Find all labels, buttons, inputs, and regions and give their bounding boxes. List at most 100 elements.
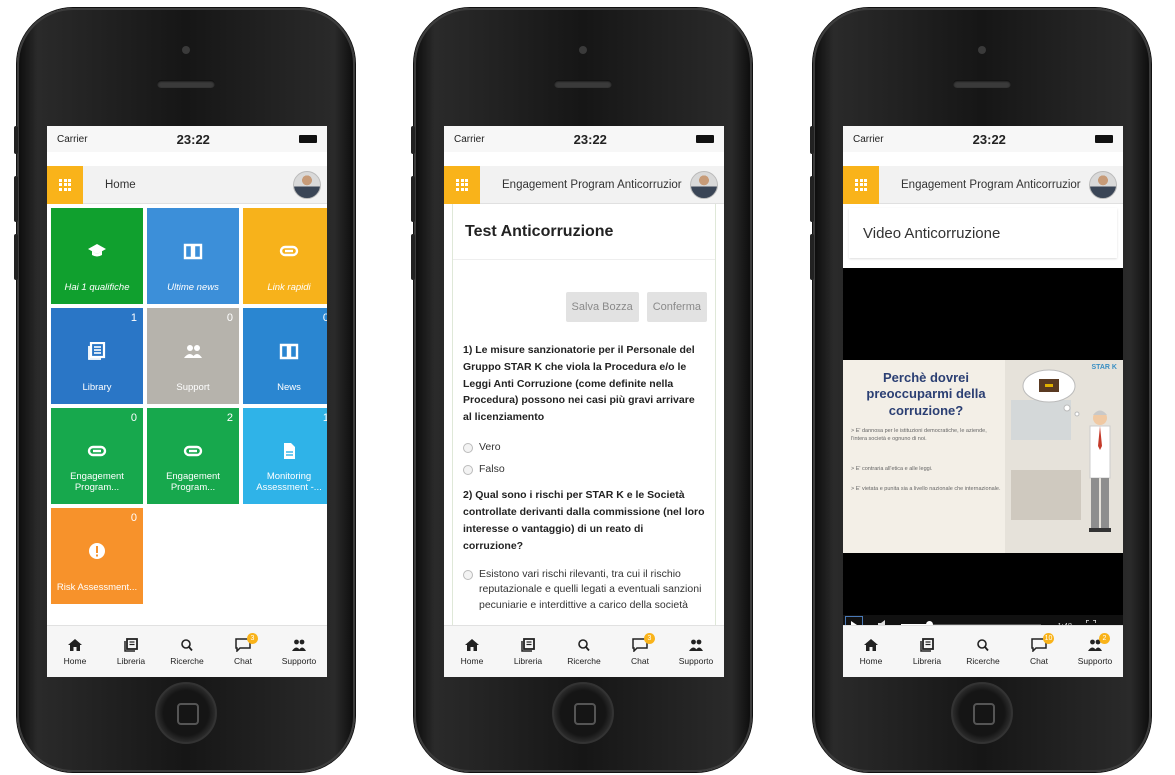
tile-engagement-program-1[interactable]: 0 Engagement Program... — [51, 408, 143, 504]
support-icon: 2 — [1087, 632, 1110, 652]
avatar[interactable] — [293, 170, 321, 199]
app-bar: Engagement Program Anticorruzior — [843, 165, 1123, 204]
radio-button[interactable] — [463, 464, 473, 475]
nav-item-library[interactable]: Libreria — [103, 626, 159, 677]
support-icon — [291, 638, 307, 652]
nav-item-support[interactable]: Supporto — [668, 626, 724, 677]
answer-option[interactable]: Falso — [453, 456, 715, 478]
speaker-grille — [157, 80, 215, 88]
grid-icon — [456, 178, 468, 191]
nav-label: Home — [460, 655, 484, 666]
tile-label: Monitoring Assessment -... — [256, 471, 322, 494]
tile-count: 0 — [130, 512, 137, 524]
nav-item-chat[interactable]: 3 Chat — [215, 626, 271, 677]
slide-illustration: STAR K — [1005, 360, 1123, 553]
tile-count: 0 — [226, 312, 233, 324]
tile-count: 0 — [130, 412, 137, 424]
screen: Carrier 23:22 Home Hai 1 qualifiche Ulti… — [47, 126, 327, 677]
nav-label: Ricerche — [170, 655, 204, 666]
phone-video: Carrier 23:22 Engagement Program Anticor… — [810, 8, 1151, 772]
nav-item-support[interactable]: 2 Supporto — [1067, 626, 1123, 677]
tile-news[interactable]: 0 News — [243, 308, 327, 404]
answer-option[interactable]: Esistono vari rischi rilevanti, tra cui … — [453, 555, 715, 614]
phone-home: Carrier 23:22 Home Hai 1 qualifiche Ulti… — [14, 8, 355, 772]
bottom-nav: Home Libreria Ricerche 10 Chat 2 Supporto — [843, 625, 1123, 677]
businessman-illustration — [1005, 360, 1123, 553]
nav-item-library[interactable]: Libreria — [500, 626, 556, 677]
tile-label: Ultime news — [167, 282, 219, 294]
nav-item-search[interactable]: Ricerche — [955, 626, 1011, 677]
avatar[interactable] — [690, 170, 718, 199]
nav-item-chat[interactable]: 3 Chat — [612, 626, 668, 677]
tile-engagement-program-2[interactable]: 2 Engagement Program... — [147, 408, 239, 504]
avatar[interactable] — [1089, 170, 1117, 199]
home-button — [951, 682, 1013, 744]
nav-item-home[interactable]: Home — [47, 626, 103, 677]
slide-title: Perchè dovrei preoccuparmi della corruzi… — [866, 370, 986, 418]
nav-item-home[interactable]: Home — [843, 626, 899, 677]
tile-label: Library — [82, 382, 112, 394]
nav-label: Supporto — [1077, 655, 1113, 666]
clock: 23:22 — [176, 131, 210, 147]
option-label: Falso — [479, 462, 505, 475]
tile-risk-assessment[interactable]: 0 Risk Assessment... — [51, 508, 143, 604]
alert-icon — [89, 543, 105, 559]
status-bar: Carrier 23:22 — [843, 126, 1123, 152]
nav-item-search[interactable]: Ricerche — [556, 626, 612, 677]
tile-grid: Hai 1 qualifiche Ultime news Link rapidi… — [47, 204, 327, 604]
search-icon — [975, 638, 991, 652]
answer-option[interactable]: Vero — [453, 426, 715, 456]
home-icon — [863, 638, 879, 652]
nav-item-home[interactable]: Home — [444, 626, 500, 677]
nav-item-chat[interactable]: 10 Chat — [1011, 626, 1067, 677]
nav-label: Home — [63, 655, 87, 666]
speaker-grille — [554, 80, 612, 88]
nav-label: Libreria — [513, 655, 543, 666]
carrier-label: Carrier — [853, 133, 884, 145]
question-2: 2) Qual sono i rischi per STAR K e le So… — [463, 489, 705, 552]
tile-monitoring-assessment[interactable]: 1 Monitoring Assessment -... — [243, 408, 327, 504]
nav-label: Chat — [631, 655, 649, 666]
save-draft-button[interactable]: Salva Bozza — [565, 292, 639, 322]
grid-icon — [855, 178, 867, 191]
screen: Carrier 23:22 Engagement Program Anticor… — [843, 126, 1123, 677]
battery-icon — [1095, 135, 1113, 143]
radio-button[interactable] — [463, 442, 473, 453]
confirm-button[interactable]: Conferma — [646, 292, 707, 322]
notification-badge: 2 — [1099, 632, 1110, 644]
tile-ultime-news[interactable]: Ultime news — [147, 208, 239, 304]
library-icon — [88, 342, 106, 360]
test-actions: Salva Bozza Conferma — [453, 260, 715, 322]
app-bar: Engagement Program Anticorruzior — [444, 165, 724, 204]
tile-library[interactable]: 1 Library — [51, 308, 143, 404]
tile-support[interactable]: 0 Support — [147, 308, 239, 404]
bottom-nav: Home Libreria Ricerche 3 Chat Supporto — [444, 625, 724, 677]
nav-item-support[interactable]: Supporto — [271, 626, 327, 677]
search-icon — [576, 638, 592, 652]
nav-item-library[interactable]: Libreria — [899, 626, 955, 677]
tile-qualifiche[interactable]: Hai 1 qualifiche — [51, 208, 143, 304]
mute-switch — [810, 126, 814, 154]
speaker-grille — [953, 80, 1011, 88]
clock: 23:22 — [972, 131, 1006, 147]
app-grid-button[interactable] — [444, 165, 480, 204]
nav-label: Chat — [234, 655, 252, 666]
app-grid-button[interactable] — [843, 165, 879, 204]
slide-bullet: > E' contraria all'etica e alle leggi. — [851, 466, 933, 472]
notification-badge: 10 — [1043, 632, 1054, 644]
tile-link-rapidi[interactable]: Link rapidi — [243, 208, 327, 304]
tile-label: Hai 1 qualifiche — [64, 282, 130, 294]
library-icon — [123, 637, 139, 652]
nav-label: Libreria — [912, 655, 942, 666]
nav-label: Supporto — [281, 655, 317, 666]
tile-label: News — [277, 382, 301, 394]
video-player[interactable]: Perchè dovrei preoccuparmi della corruzi… — [843, 268, 1123, 635]
radio-button[interactable] — [463, 569, 473, 580]
phone-test: Carrier 23:22 Engagement Program Anticor… — [411, 8, 752, 772]
nav-label: Supporto — [678, 655, 714, 666]
app-grid-button[interactable] — [47, 165, 83, 204]
page-title: Engagement Program Anticorruzior — [502, 178, 682, 191]
carrier-label: Carrier — [57, 133, 88, 145]
nav-item-search[interactable]: Ricerche — [159, 626, 215, 677]
video-frame: Perchè dovrei preoccuparmi della corruzi… — [843, 360, 1123, 553]
